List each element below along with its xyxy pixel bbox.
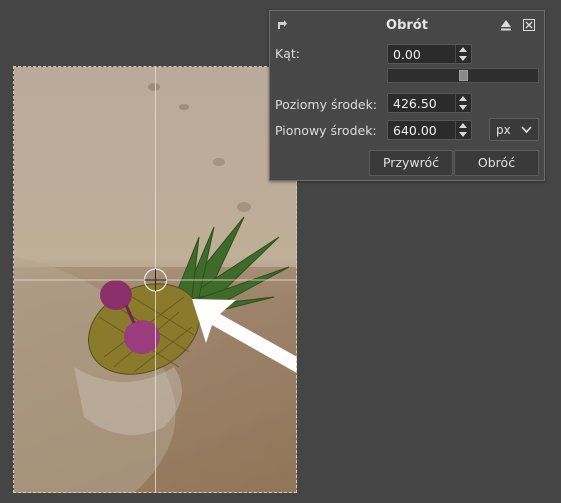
angle-spinbox[interactable]: 0.00 (387, 44, 472, 64)
unit-value: px (496, 123, 511, 137)
decrement-icon[interactable] (459, 105, 467, 110)
slider-handle[interactable] (459, 70, 468, 81)
decrement-icon[interactable] (459, 56, 467, 61)
center-y-value: 640.00 (393, 123, 437, 138)
unit-dropdown[interactable]: px (489, 118, 539, 141)
center-y-spinbox[interactable]: 640.00 (387, 120, 472, 140)
rotate-dialog: Obrót Kąt: 0.00 Poziomy środek: 426.50 P… (269, 10, 545, 181)
chevron-down-icon (521, 126, 532, 134)
beach-photo (14, 67, 297, 493)
close-icon[interactable] (523, 19, 535, 31)
increment-icon[interactable] (459, 123, 467, 128)
increment-icon[interactable] (459, 96, 467, 101)
angle-label: Kąt: (275, 46, 300, 61)
dialog-header: Obrót (270, 11, 544, 39)
increment-icon[interactable] (459, 47, 467, 52)
center-x-value: 426.50 (393, 96, 437, 111)
center-x-spinbox[interactable]: 426.50 (387, 93, 472, 113)
angle-value: 0.00 (393, 47, 421, 62)
image-canvas[interactable] (14, 67, 297, 493)
decrement-icon[interactable] (459, 132, 467, 137)
angle-slider[interactable] (387, 68, 539, 83)
detach-icon[interactable] (500, 19, 512, 31)
center-x-label: Poziomy środek: (275, 97, 378, 112)
center-y-label: Pionowy środek: (275, 123, 377, 138)
rotate-button[interactable]: Obróć (454, 150, 539, 176)
reset-button[interactable]: Przywróć (369, 150, 453, 176)
